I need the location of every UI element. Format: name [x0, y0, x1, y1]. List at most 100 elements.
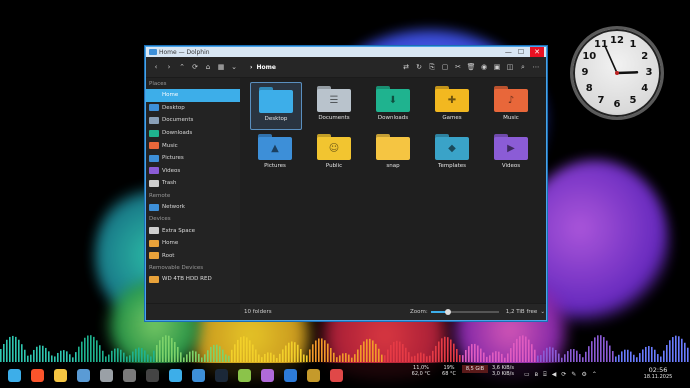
sidebar-item-label: Music: [162, 142, 178, 149]
folder-label: Public: [325, 163, 343, 169]
maximize-button[interactable]: ☐: [518, 47, 524, 57]
chevron-down-icon[interactable]: ⌄: [230, 63, 238, 71]
minimize-button[interactable]: —: [505, 47, 512, 57]
sidebar-item-desktop[interactable]: Desktop: [146, 102, 240, 115]
folder-icon: ▶: [494, 134, 528, 160]
heroic-icon[interactable]: [261, 369, 274, 382]
tray-network-icon[interactable]: ⌸: [543, 371, 547, 379]
folder-desktop[interactable]: Desktop: [250, 82, 302, 130]
toolbar: ‹ › ⌃ ⟳ ⌂ ▦ ⌄ › Home ⇄ ↻ ⎘ ▢ ✂ 🗑 ◉ ▣ ◫ ⌕…: [146, 57, 546, 78]
paste-icon[interactable]: ▢: [441, 63, 449, 71]
folder-games[interactable]: ✚ Games: [427, 82, 477, 128]
sidebar-section-header: Devices: [149, 216, 171, 223]
sidebar-item-videos[interactable]: Videos: [146, 165, 240, 178]
folder-downloads[interactable]: ⬇ Downloads: [368, 82, 418, 128]
cut-icon[interactable]: ✂: [454, 63, 462, 71]
sidebar-item-downloads[interactable]: Downloads: [146, 127, 240, 140]
zoom-slider-handle[interactable]: [444, 309, 451, 315]
app-launcher-icon[interactable]: [8, 369, 21, 382]
sidebar-item-label: Desktop: [162, 104, 185, 111]
sidebar-item-label: Pictures: [162, 155, 184, 162]
folder-icon: ▲: [258, 134, 292, 160]
sidebar-item-extra-space[interactable]: Extra Space: [146, 224, 240, 237]
folder-videos[interactable]: ▶ Videos: [486, 130, 536, 176]
window-titlebar[interactable]: Home — Dolphin — ☐ ✕: [146, 47, 546, 57]
breadcrumb-home[interactable]: Home: [256, 64, 275, 71]
tray-expand-icon[interactable]: ⌃: [592, 371, 597, 379]
notes-icon[interactable]: [330, 369, 343, 382]
home-icon[interactable]: ⌂: [204, 63, 212, 71]
videos-icon: [149, 167, 159, 175]
sidebar-section-header: Places: [149, 81, 167, 87]
refresh-icon[interactable]: ↻: [415, 63, 423, 71]
forward-icon[interactable]: ›: [165, 63, 173, 71]
sidebar-item-label: Network: [162, 204, 185, 211]
tray-settings-icon[interactable]: ⚙: [581, 371, 586, 379]
chevron-down-icon[interactable]: ⌄: [540, 309, 545, 315]
folder-music[interactable]: ♪ Music: [486, 82, 536, 128]
zoom-label: Zoom:: [410, 309, 428, 315]
folder-pictures[interactable]: ▲ Pictures: [250, 130, 300, 176]
folder-documents[interactable]: ☰ Documents: [309, 82, 359, 128]
view-grid-icon[interactable]: ▦: [217, 63, 225, 71]
close-button[interactable]: ✕: [530, 47, 544, 57]
sidebar-item-root[interactable]: Root: [146, 250, 240, 263]
folder-snap[interactable]: snap: [368, 130, 418, 176]
tray-volume-icon[interactable]: ◀: [552, 371, 557, 379]
folder-label: Downloads: [377, 115, 409, 121]
back-icon[interactable]: ‹: [152, 63, 160, 71]
layers-icon[interactable]: [238, 369, 251, 382]
sidebar-item-network[interactable]: Network: [146, 201, 240, 214]
sidebar-item-documents[interactable]: Documents: [146, 114, 240, 127]
sidebar-item-wd-4tb-hdd-red[interactable]: WD 4TB HDD RED: [146, 273, 240, 286]
sidebar-item-music[interactable]: Music: [146, 139, 240, 152]
up-icon[interactable]: ⌃: [178, 63, 186, 71]
clock-date[interactable]: 18.11.2025: [640, 374, 676, 381]
terminal-icon[interactable]: [146, 369, 159, 382]
folder-templates[interactable]: ◆ Templates: [427, 130, 477, 176]
tray-notes-icon[interactable]: ✎: [571, 371, 576, 379]
desktop-icon: [149, 104, 159, 112]
sidebar-item-home[interactable]: Home: [146, 89, 240, 102]
preview-icon[interactable]: ◉: [480, 63, 488, 71]
files-icon[interactable]: [54, 369, 67, 382]
settings-icon[interactable]: [100, 369, 113, 382]
tray-bluetooth-icon[interactable]: ʙ: [535, 371, 538, 379]
copy-icon[interactable]: ⎘: [428, 63, 436, 71]
steam-icon[interactable]: [215, 369, 228, 382]
sidebar-section-header: Remote: [149, 192, 171, 199]
folder-public[interactable]: ☺ Public: [309, 130, 359, 176]
folder-label: Games: [442, 115, 462, 121]
folder-icon: ◆: [435, 134, 469, 160]
folder-icon: [376, 134, 410, 160]
clock-time[interactable]: 02:56: [640, 367, 676, 374]
net-up: 3,0 KiB/s: [492, 371, 514, 377]
sidebar-item-label: Documents: [162, 117, 194, 124]
tray-clipboard-icon[interactable]: ▭: [524, 371, 530, 379]
wow-icon[interactable]: [307, 369, 320, 382]
zoom-slider[interactable]: [430, 309, 499, 315]
brave-icon[interactable]: [31, 369, 44, 382]
sidebar-item-label: Downloads: [162, 130, 193, 137]
sidebar-item-label: Root: [162, 252, 175, 259]
sidebar-item-label: Home: [162, 240, 179, 247]
sidebar-item-trash[interactable]: Trash: [146, 177, 240, 190]
breadcrumb[interactable]: › Home: [246, 64, 402, 71]
monitor-icon[interactable]: [123, 369, 136, 382]
reload-icon[interactable]: ⟳: [191, 63, 199, 71]
code-icon[interactable]: [284, 369, 297, 382]
window-title: Home — Dolphin: [159, 48, 210, 56]
sidebar-item-home[interactable]: Home: [146, 237, 240, 250]
split-icon[interactable]: ◫: [506, 63, 514, 71]
sidebar-item-pictures[interactable]: Pictures: [146, 152, 240, 165]
dolphin-icon[interactable]: [192, 369, 205, 382]
search-icon[interactable]: ⌕: [519, 63, 527, 71]
delete-icon[interactable]: 🗑: [467, 63, 476, 71]
menu-icon[interactable]: ⋯: [532, 63, 540, 71]
image-icon[interactable]: ▣: [493, 63, 501, 71]
browser-icon[interactable]: [77, 369, 90, 382]
downloads-icon: [149, 129, 159, 137]
tray-updates-icon[interactable]: ⟳: [561, 371, 566, 379]
swap-icon[interactable]: ⇄: [402, 63, 410, 71]
vscode-icon[interactable]: [169, 369, 182, 382]
